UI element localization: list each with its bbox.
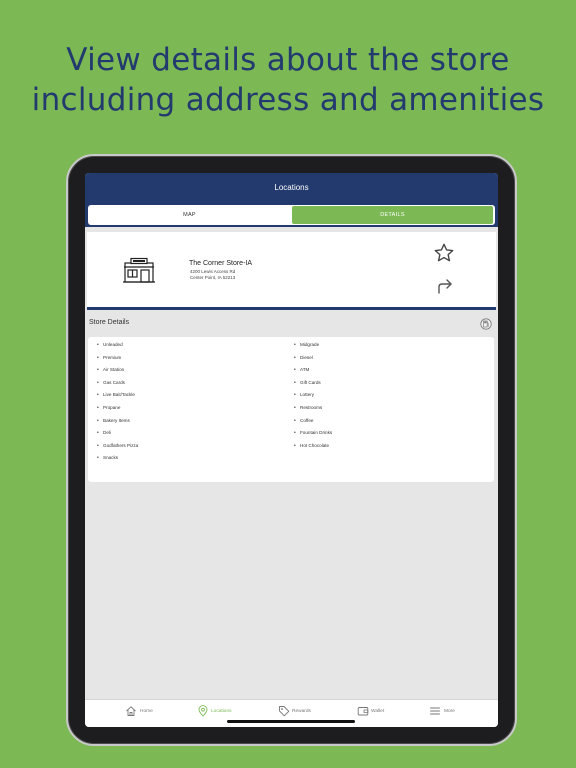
- headline: View details about the store including a…: [0, 40, 576, 120]
- segment-map[interactable]: MAP: [88, 205, 291, 225]
- nav-bar-title: Locations: [85, 173, 498, 203]
- amenity-item: Snacks: [97, 455, 138, 468]
- segment-details[interactable]: DETAILS: [292, 206, 493, 224]
- tab-wallet[interactable]: Wallet: [357, 705, 397, 719]
- store-address-line-1: 4200 Lewis Access Rd: [190, 269, 236, 274]
- tab-locations[interactable]: Locations: [197, 705, 247, 719]
- segmented-control: MAP DETAILS: [85, 203, 498, 227]
- amenities-right-column: Midgrade Diesel ATM Gift Cards Lottery R…: [294, 342, 332, 455]
- amenities-left-column: Unleaded Premium Air Station Gas Cards L…: [97, 342, 138, 468]
- tab-locations-label: Locations: [211, 709, 232, 714]
- amenity-item: Propane: [97, 405, 138, 418]
- home-icon: [126, 706, 136, 716]
- app-screen: Locations MAP DETAILS The Corner Store-I…: [85, 173, 498, 727]
- amenity-item: Air Station: [97, 367, 138, 380]
- fuel-pump-icon[interactable]: [480, 318, 492, 330]
- amenity-item: Midgrade: [294, 342, 332, 355]
- store-address-line-2: Center Point, IA 52213: [190, 274, 236, 280]
- store-details-title: Store Details: [89, 319, 130, 326]
- amenity-item: Fountain Drinks: [294, 430, 332, 443]
- share-arrow-icon[interactable]: [436, 278, 454, 294]
- tab-home[interactable]: Home: [125, 705, 165, 719]
- tab-more-label: More: [444, 709, 455, 714]
- store-address: 4200 Lewis Access Rd Center Point, IA 52…: [190, 269, 235, 280]
- headline-line-2: including address and amenities: [31, 82, 545, 118]
- amenity-item: Live Bait/Tackle: [97, 392, 138, 405]
- wallet-icon: [357, 707, 369, 716]
- store-name: The Corner Store-IA: [189, 260, 253, 267]
- amenity-item: Lottery: [294, 392, 332, 405]
- amenity-item: Hot Chocolate: [294, 443, 332, 456]
- amenity-item: Diesel: [294, 355, 332, 368]
- star-outline-icon[interactable]: [433, 242, 455, 264]
- amenity-item: ATM: [294, 367, 332, 380]
- menu-icon: [430, 707, 440, 715]
- store-details-panel: Unleaded Premium Air Station Gas Cards L…: [88, 337, 494, 482]
- amenity-item: Restrooms: [294, 405, 332, 418]
- tag-icon: [279, 706, 290, 717]
- amenity-item: Gift Cards: [294, 380, 332, 393]
- amenity-item: Bakery Items: [97, 418, 138, 431]
- location-pin-icon: [198, 705, 208, 717]
- tab-rewards-label: Rewards: [292, 709, 311, 714]
- amenity-item: Deli: [97, 430, 138, 443]
- amenity-item: Godfathers Pizza: [97, 443, 138, 456]
- tab-home-label: Home: [140, 709, 153, 714]
- tab-rewards[interactable]: Rewards: [278, 705, 323, 719]
- store-card: The Corner Store-IA 4200 Lewis Access Rd…: [87, 232, 496, 310]
- home-indicator[interactable]: [227, 720, 355, 723]
- amenity-item: Premium: [97, 355, 138, 368]
- amenity-item: Unleaded: [97, 342, 138, 355]
- amenity-item: Coffee: [294, 418, 332, 431]
- tab-more[interactable]: More: [429, 705, 469, 719]
- segmented-control-track: MAP DETAILS: [88, 205, 495, 225]
- tab-wallet-label: Wallet: [371, 709, 385, 714]
- store-front-icon: [123, 257, 155, 283]
- headline-line-1: View details about the store: [66, 42, 510, 78]
- amenity-item: Gas Cards: [97, 380, 138, 393]
